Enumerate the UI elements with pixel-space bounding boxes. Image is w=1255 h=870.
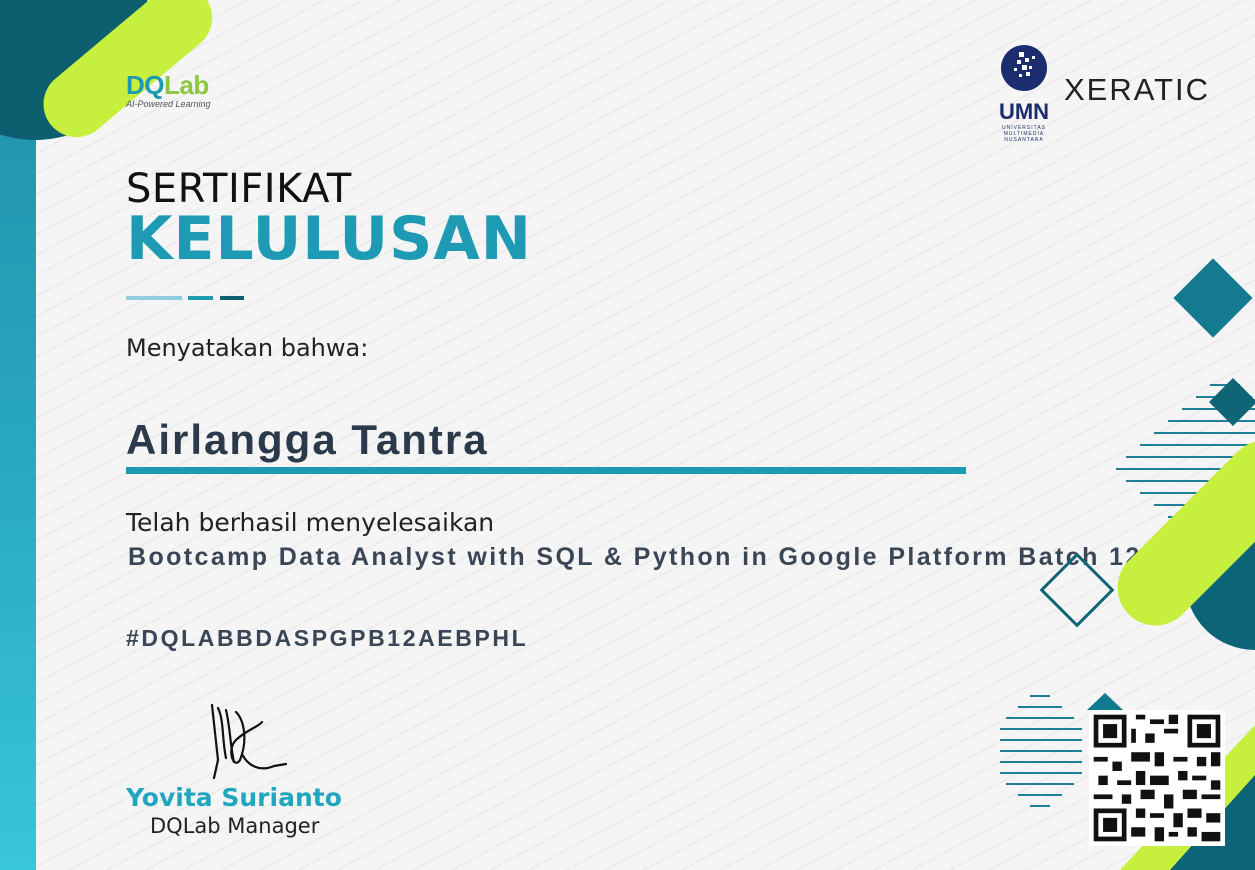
completed-label: Telah berhasil menyelesaikan (126, 508, 495, 537)
dqlab-tagline: AI-Powered Learning (126, 99, 211, 109)
xeratic-logo: XERATIC (1064, 72, 1211, 107)
umn-abbreviation: UMN (998, 99, 1050, 124)
qr-code (1089, 710, 1225, 846)
umn-logo: UMN UNIVERSITAS MULTIMEDIA NUSANTARA (996, 44, 1052, 143)
signatory-role: DQLab Manager (150, 814, 320, 838)
title-dash-1 (126, 296, 182, 300)
dqlab-logo: DQLab AI-Powered Learning (126, 70, 211, 109)
logo-letter-q: Q (144, 70, 165, 100)
handwritten-signature (210, 703, 288, 780)
statement-text: Menyatakan bahwa: (126, 334, 369, 362)
signatory-name: Yovita Surianto (126, 783, 342, 812)
certificate-title-line2: KELULUSAN (126, 204, 532, 274)
logo-letter-d: D (126, 70, 145, 100)
qr-code-frame (1089, 710, 1225, 846)
course-name: Bootcamp Data Analyst with SQL & Python … (128, 543, 1142, 571)
title-dash-2 (188, 296, 213, 300)
logo-letters-lab: Lab (164, 70, 209, 100)
certificate-page: DQLab AI-Powered Learning UMN UNIVERSITA… (0, 0, 1255, 870)
certificate-code: #DQLABBDASPGPB12AEBPHL (126, 625, 529, 651)
umn-subtitle-3: NUSANTARA (1004, 137, 1044, 143)
recipient-name: Airlangga Tantra (126, 416, 489, 463)
recipient-underline (126, 467, 966, 474)
umn-dot-globe-icon (1001, 45, 1047, 91)
title-dash-3 (220, 296, 244, 300)
